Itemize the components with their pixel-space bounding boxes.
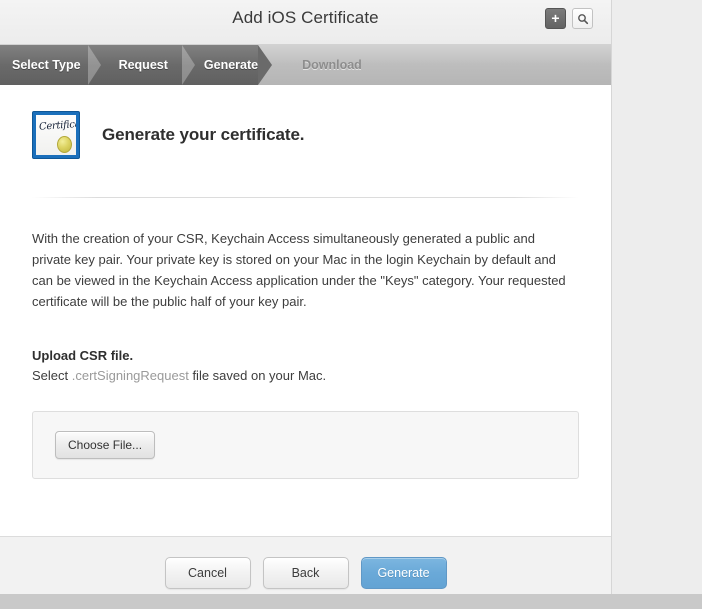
title-bar: Add iOS Certificate +	[0, 0, 611, 45]
upload-sub-prefix: Select	[32, 368, 72, 383]
hero-section: Certificate Generate your certificate.	[32, 85, 579, 159]
titlebar-actions: +	[545, 8, 593, 29]
add-icon: +	[551, 10, 560, 26]
page-background-right	[613, 0, 702, 609]
back-button[interactable]: Back	[262, 557, 349, 589]
generate-button[interactable]: Generate	[360, 557, 447, 589]
wizard-panel: Add iOS Certificate + Select Type Reques…	[0, 0, 612, 609]
search-button[interactable]	[572, 8, 593, 29]
breadcrumb-step-request[interactable]: Request	[119, 58, 168, 72]
breadcrumb-step-label: Download	[302, 58, 362, 72]
add-button[interactable]: +	[545, 8, 566, 29]
breadcrumb-step-generate[interactable]: Generate	[204, 58, 258, 72]
certificate-script-text: Certificate	[38, 118, 76, 133]
file-upload-dropzone[interactable]: Choose File...	[32, 411, 579, 479]
window-bottom-strip	[0, 594, 702, 609]
certificate-seal-icon	[57, 136, 72, 153]
breadcrumb-step-download: Download	[302, 58, 362, 72]
breadcrumb: Select Type Request Generate Download	[0, 45, 611, 85]
upload-sub-suffix: file saved on your Mac.	[188, 368, 327, 383]
cancel-button[interactable]: Cancel	[164, 557, 251, 589]
upload-section-subtitle: Select .certSigningRequest file saved on…	[32, 363, 579, 383]
breadcrumb-step-label: Select Type	[12, 58, 81, 72]
certificate-paper: Certificate	[36, 115, 76, 155]
main-content: Certificate Generate your certificate. W…	[0, 85, 611, 537]
breadcrumb-step-label: Request	[118, 58, 168, 72]
description-paragraph: With the creation of your CSR, Keychain …	[32, 231, 566, 309]
content-heading: Generate your certificate.	[102, 125, 305, 144]
certificate-icon: Certificate	[32, 111, 80, 159]
upload-sub-filetype: .certSigningRequest	[71, 368, 189, 383]
breadcrumb-step-label: Generate	[203, 58, 259, 72]
search-icon	[577, 13, 588, 24]
page-title: Add iOS Certificate	[232, 8, 379, 27]
breadcrumb-step-select-type[interactable]: Select Type	[12, 58, 81, 72]
choose-file-button[interactable]: Choose File...	[55, 431, 156, 459]
chevron-separator-1-icon	[88, 45, 101, 85]
chevron-separator-2-icon	[182, 45, 195, 85]
upload-section-title: Upload CSR file.	[32, 348, 134, 363]
